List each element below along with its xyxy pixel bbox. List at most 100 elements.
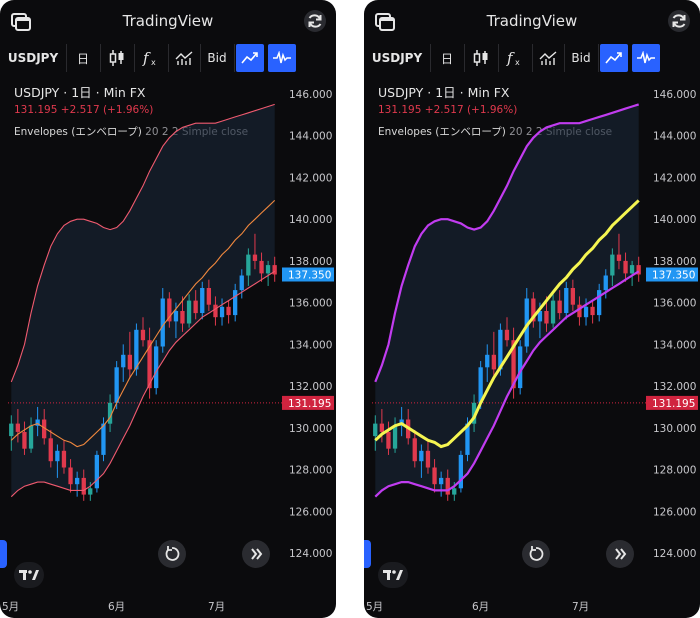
candle-body: [603, 275, 608, 291]
candle-body: [75, 477, 80, 485]
candle-body: [233, 290, 238, 316]
candle-body: [259, 260, 264, 274]
candle-body: [491, 354, 496, 370]
price-tick-label: 130.000: [289, 423, 332, 435]
scale-handle[interactable]: [364, 540, 371, 568]
time-axis-label: 7月: [208, 601, 225, 613]
candle-body: [564, 288, 569, 313]
candle-body: [9, 423, 14, 437]
reset-icon: [529, 546, 544, 561]
candle-body: [557, 300, 562, 314]
price-chart[interactable]: 146.000 144.000 142.000 140.000 138.000 136.0…: [0, 0, 336, 618]
candle-body: [550, 300, 556, 324]
candle-body: [173, 311, 179, 322]
candle-body: [379, 423, 384, 432]
price-tick-label: 130.000: [653, 423, 696, 435]
candle-body: [94, 454, 99, 489]
candle-body: [623, 260, 628, 274]
time-axis-label: 5月: [366, 601, 383, 613]
price-tick-label: 146.000: [653, 89, 696, 101]
price-tick-label: 126.000: [289, 506, 332, 518]
candle-body: [272, 265, 277, 275]
candle-body: [570, 288, 575, 305]
time-axis-label: 7月: [572, 601, 589, 613]
candle-body: [504, 329, 510, 341]
price-tick-label: 136.000: [653, 298, 696, 310]
candle-body: [239, 275, 244, 291]
price-tick-label: 134.000: [653, 339, 696, 351]
tradingview-logo[interactable]: [14, 562, 44, 588]
candle-body: [193, 300, 198, 314]
candle-body: [154, 346, 159, 389]
candle-body: [88, 488, 93, 495]
candle-body: [419, 450, 424, 462]
phone-screen-left: TradingView USDJPY 日 f x Bid USDJPY · 1日…: [0, 0, 336, 618]
scroll-to-realtime-button[interactable]: [242, 540, 270, 568]
tradingview-logo-icon: [19, 570, 39, 580]
price-tick-label: 128.000: [653, 465, 696, 477]
candle-body: [544, 311, 549, 324]
double-chevron-icon: [615, 548, 627, 560]
candle-body: [180, 311, 185, 324]
time-axis-label: 5月: [2, 601, 19, 613]
reset-chart-button[interactable]: [522, 540, 550, 568]
candle-body: [61, 450, 67, 468]
price-tick-label: 142.000: [653, 173, 696, 185]
candle-body: [114, 367, 119, 403]
price-tick-label: 144.000: [653, 131, 696, 143]
price-tick-label: 136.000: [289, 298, 332, 310]
candle-body: [206, 288, 211, 305]
price-tick-label: 124.000: [653, 548, 696, 560]
candle-body: [590, 306, 595, 316]
price-chart[interactable]: 146.000 144.000 142.000 140.000 138.000 136.0…: [364, 0, 700, 618]
candle-body: [452, 488, 457, 495]
candle-body: [186, 300, 192, 324]
candle-body: [265, 265, 271, 274]
current-price-label: 137.350: [288, 270, 331, 282]
candle-body: [140, 329, 146, 341]
price-tick-label: 146.000: [289, 89, 332, 101]
candle-body: [226, 306, 231, 316]
candle-body: [629, 265, 635, 274]
candle-body: [597, 290, 602, 316]
candle-body: [458, 454, 463, 489]
candle-body: [392, 425, 398, 449]
candle-body: [485, 354, 490, 368]
prev-close-label: 131.195: [652, 398, 695, 410]
candle-body: [134, 329, 139, 370]
candle-body: [439, 477, 444, 485]
price-tick-label: 128.000: [289, 465, 332, 477]
scale-handle[interactable]: [0, 540, 7, 568]
price-tick-label: 140.000: [653, 214, 696, 226]
current-price-label: 137.350: [652, 270, 695, 282]
candle-body: [616, 254, 622, 261]
price-tick-label: 138.000: [289, 256, 332, 268]
candle-body: [101, 423, 106, 455]
phone-screen-right: TradingView USDJPY 日 f x Bid USDJPY · 1日…: [364, 0, 700, 618]
scroll-to-realtime-button[interactable]: [606, 540, 634, 568]
price-tick-label: 138.000: [653, 256, 696, 268]
candle-body: [252, 254, 258, 261]
candle-body: [55, 450, 60, 462]
candle-body: [160, 298, 165, 347]
candle-body: [81, 477, 86, 495]
candle-body: [246, 254, 251, 276]
price-tick-label: 126.000: [653, 506, 696, 518]
price-tick-label: 132.000: [653, 381, 696, 393]
candle-body: [412, 438, 417, 462]
time-axis-label: 6月: [472, 601, 489, 613]
prev-close-label: 131.195: [288, 398, 331, 410]
candle-body: [200, 288, 205, 313]
tradingview-logo[interactable]: [378, 562, 408, 588]
candle-body: [127, 354, 132, 370]
candle-body: [28, 425, 34, 449]
reset-chart-button[interactable]: [158, 540, 186, 568]
time-axis-label: 6月: [108, 601, 125, 613]
double-chevron-icon: [251, 548, 263, 560]
candle-body: [373, 423, 378, 437]
candle-body: [425, 450, 431, 468]
tradingview-logo-icon: [383, 570, 403, 580]
candle-body: [610, 254, 615, 276]
candle-body: [68, 467, 73, 485]
price-tick-label: 124.000: [289, 548, 332, 560]
